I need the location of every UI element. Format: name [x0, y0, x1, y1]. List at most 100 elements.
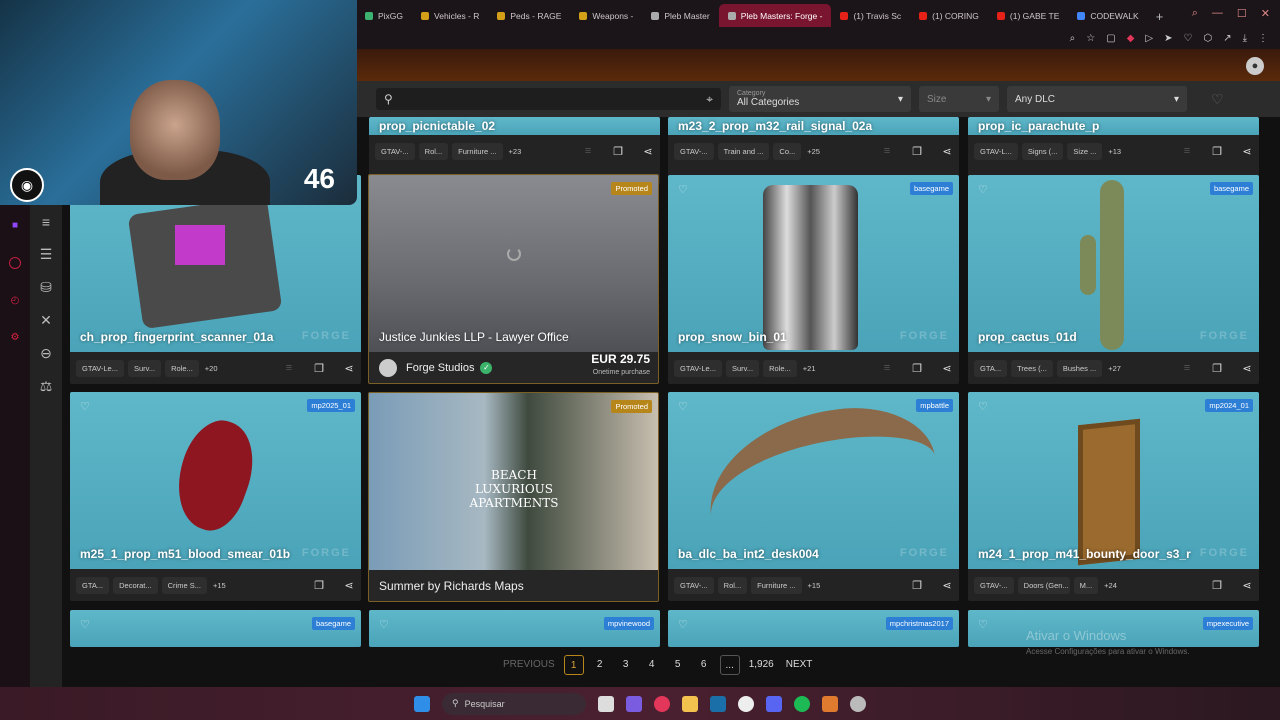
- tab-7[interactable]: (1) CORING: [910, 4, 988, 28]
- previous-page-button[interactable]: PREVIOUS: [500, 655, 558, 675]
- tag[interactable]: Size ...: [1067, 142, 1103, 160]
- copy-icon[interactable]: ❐: [911, 145, 923, 158]
- tag[interactable]: GTAV-L...: [974, 142, 1018, 160]
- page-button[interactable]: 5: [668, 655, 688, 675]
- more-tags[interactable]: +15: [213, 581, 226, 590]
- minimize-button[interactable]: —: [1212, 7, 1223, 20]
- more-tags[interactable]: +24: [1104, 581, 1117, 590]
- more-tags[interactable]: +25: [807, 147, 820, 156]
- new-tab-button[interactable]: +: [1148, 9, 1172, 24]
- menu-icon[interactable]: ⋮: [1258, 33, 1268, 44]
- tag[interactable]: Bushes ...: [1056, 359, 1103, 377]
- favorite-icon[interactable]: ♡: [678, 618, 688, 631]
- favorite-icon[interactable]: ♡: [978, 618, 988, 631]
- app-icon[interactable]: [738, 695, 754, 712]
- heart-icon[interactable]: ♡: [1183, 33, 1192, 44]
- tag[interactable]: Rol...: [717, 576, 748, 594]
- tag[interactable]: GTAV-Le...: [674, 359, 722, 377]
- extensions-icon[interactable]: ⬡: [1203, 33, 1212, 44]
- copy-icon[interactable]: ❐: [1211, 145, 1223, 158]
- asset-card[interactable]: ♡ basegame FORGE prop_cactus_01d GTA... …: [968, 175, 1259, 384]
- share-icon[interactable]: ⋖: [1241, 579, 1253, 592]
- sidebar-circle-icon[interactable]: [9, 257, 21, 269]
- favorite-icon[interactable]: ♡: [80, 618, 90, 631]
- tag[interactable]: Furniture ...: [452, 142, 503, 160]
- tag[interactable]: Role...: [165, 359, 199, 377]
- bookmark-icon[interactable]: ☆: [1086, 33, 1095, 44]
- tag[interactable]: Train and ...: [717, 142, 770, 160]
- page-button-last[interactable]: 1,926: [746, 655, 777, 675]
- tag[interactable]: Signs (...: [1021, 142, 1064, 160]
- tag[interactable]: Rol...: [418, 142, 449, 160]
- tools-icon[interactable]: ✕: [40, 312, 52, 329]
- copy-icon[interactable]: ❐: [313, 579, 325, 592]
- copy-icon[interactable]: ❐: [1211, 362, 1223, 375]
- scale-icon[interactable]: ⚖: [40, 378, 53, 395]
- task-view-icon[interactable]: [598, 695, 614, 712]
- asset-card[interactable]: ♡ basegame: [70, 610, 361, 647]
- cloud-icon[interactable]: [822, 695, 838, 712]
- favorite-icon[interactable]: ♡: [978, 400, 988, 413]
- page-button-current[interactable]: 1: [563, 655, 584, 675]
- search-input[interactable]: [398, 93, 701, 105]
- share-icon[interactable]: ⋖: [941, 145, 953, 158]
- more-tags[interactable]: +13: [1108, 147, 1121, 156]
- steam-icon[interactable]: [710, 695, 726, 712]
- explorer-icon[interactable]: [682, 695, 698, 712]
- asset-card[interactable]: ♡ basegame FORGE prop_snow_bin_01 GTAV-L…: [668, 175, 959, 384]
- search-box[interactable]: ⚲ ⌖: [376, 88, 721, 110]
- taskbar-search[interactable]: ⚲ Pesquisar: [442, 692, 586, 715]
- tab-9[interactable]: CODEWALK: [1068, 4, 1147, 28]
- share-icon[interactable]: ⋖: [642, 145, 654, 158]
- add-to-list-icon[interactable]: ≡: [283, 362, 295, 374]
- spotify-icon[interactable]: [794, 695, 810, 712]
- tag[interactable]: Surv...: [725, 359, 760, 377]
- tag[interactable]: GTA...: [974, 359, 1008, 377]
- asset-card[interactable]: ♡ mpbattle FORGE ba_dlc_ba_int2_desk004 …: [668, 392, 959, 601]
- asset-card[interactable]: ♡ mpvinewood: [369, 610, 660, 647]
- tag[interactable]: Decorat...: [113, 576, 158, 594]
- size-select[interactable]: Size ▾: [919, 86, 999, 112]
- download-icon[interactable]: ⤓: [1243, 33, 1247, 44]
- play-icon[interactable]: ▷: [1145, 33, 1153, 44]
- list-icon[interactable]: ≡: [42, 214, 50, 230]
- database-icon[interactable]: ⛁: [40, 279, 52, 296]
- asset-card[interactable]: ♡ mp2025_01 FORGE m25_1_prop_m51_blood_s…: [70, 392, 361, 601]
- favorite-icon[interactable]: ♡: [379, 618, 389, 631]
- sidebar-clock-icon[interactable]: ◴: [11, 295, 20, 306]
- share-icon[interactable]: ⋖: [941, 579, 953, 592]
- tag[interactable]: Doors (Gen...: [1017, 576, 1070, 594]
- search-tabs-icon[interactable]: ⌕: [1192, 7, 1198, 20]
- page-button[interactable]: 3: [616, 655, 636, 675]
- asset-card[interactable]: ♡ FORGE ch_prop_fingerprint_scanner_01a …: [70, 175, 361, 384]
- page-button[interactable]: 2: [590, 655, 610, 675]
- tab-6[interactable]: (1) Travis Sc: [831, 4, 910, 28]
- tag[interactable]: Furniture ...: [751, 576, 802, 594]
- copy-icon[interactable]: ❐: [313, 362, 325, 375]
- copy-icon[interactable]: ❐: [612, 145, 624, 158]
- tab-5-active[interactable]: Pleb Masters: Forge -: [718, 4, 832, 28]
- zoom-icon[interactable]: ⌕: [1070, 33, 1076, 44]
- catalog-icon[interactable]: ☰: [40, 246, 53, 263]
- tab-2[interactable]: Peds - RAGE: [488, 4, 570, 28]
- tab-3[interactable]: Weapons -: [570, 4, 642, 28]
- account-icon[interactable]: ●: [1246, 57, 1264, 75]
- tab-0[interactable]: PixGG: [356, 4, 412, 28]
- page-button[interactable]: 6: [694, 655, 714, 675]
- copy-icon[interactable]: ❐: [1211, 579, 1223, 592]
- category-select[interactable]: Category All Categories ▾: [729, 86, 911, 112]
- page-button[interactable]: 4: [642, 655, 662, 675]
- tab-8[interactable]: (1) GABE TE: [988, 4, 1068, 28]
- copy-icon[interactable]: ❐: [911, 362, 923, 375]
- tag[interactable]: GTAV-...: [375, 142, 415, 160]
- share-icon[interactable]: ⋖: [1241, 362, 1253, 375]
- share-icon[interactable]: ⋖: [343, 362, 355, 375]
- tag[interactable]: M...: [1073, 576, 1099, 594]
- seller-name[interactable]: Forge Studios: [406, 362, 474, 374]
- share-icon[interactable]: ⋖: [941, 362, 953, 375]
- screenshot-icon[interactable]: ▢: [1106, 33, 1115, 44]
- windows-start-icon[interactable]: [414, 695, 430, 712]
- tab-1[interactable]: Vehicles - R: [412, 4, 488, 28]
- tag[interactable]: GTAV-...: [974, 576, 1014, 594]
- tag[interactable]: Trees (...: [1011, 359, 1053, 377]
